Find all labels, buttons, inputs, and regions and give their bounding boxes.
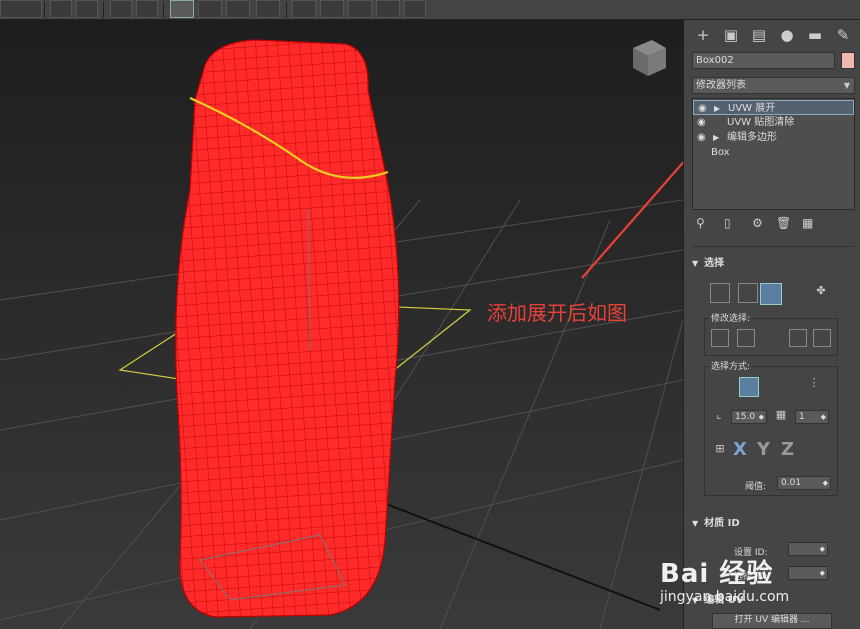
object-name-field[interactable]: Box002: [692, 52, 835, 69]
spinner-value: 1: [799, 412, 805, 422]
main-toolbar: [0, 0, 860, 20]
collapse-triangle-icon: ▼: [692, 259, 699, 268]
polygon-select-icon[interactable]: [760, 283, 782, 305]
toolbar-separator: [286, 2, 287, 18]
show-end-result-icon[interactable]: ▯: [724, 216, 731, 230]
annotation-arrow: [581, 160, 683, 279]
mirror-icon[interactable]: [50, 0, 72, 18]
max-window: 添加展开后如图 + ▣ ▤ ● ▬ ✎ Box002 修改器列表 ▼ ◉ ▶ U…: [0, 0, 860, 629]
eye-icon[interactable]: ◉: [697, 130, 706, 145]
stack-item-label: UVW 贴图清除: [727, 117, 795, 128]
modifier-list-label: 修改器列表: [696, 80, 746, 91]
vertex-select-icon[interactable]: [710, 283, 730, 303]
scene-explorer-icon[interactable]: [110, 0, 132, 18]
modifier-stack[interactable]: ◉ ▶ UVW 展开 ◉ UVW 贴图清除 ◉ ▶ 编辑多边形 Box: [692, 98, 855, 210]
material-id-rollout-header[interactable]: ▼ 材质 ID: [692, 516, 855, 532]
selection-filter-dropdown[interactable]: [0, 0, 42, 18]
layer-explorer-icon[interactable]: [136, 0, 158, 18]
motion-tab[interactable]: ●: [776, 24, 798, 46]
planar-angle-icon[interactable]: ⌞: [709, 407, 729, 425]
modify-selection-group: 修改选择:: [704, 311, 838, 356]
display-tab[interactable]: ▬: [804, 24, 826, 46]
toolbar-separator: [44, 2, 45, 18]
toolbar-separator: [163, 2, 164, 18]
create-tab[interactable]: +: [692, 24, 714, 46]
hierarchy-tab[interactable]: ▤: [748, 24, 770, 46]
edge-select-icon[interactable]: [738, 283, 758, 303]
ring-selection-icon[interactable]: [789, 329, 807, 347]
panel-divider: [692, 246, 855, 247]
stack-item-label: Box: [711, 147, 730, 158]
ribbon-toggle-icon[interactable]: [170, 0, 194, 18]
render-setup-icon[interactable]: [292, 0, 316, 18]
modify-tab[interactable]: ▣: [720, 24, 742, 46]
stack-item-box[interactable]: Box: [693, 145, 854, 160]
command-panel-tabs: + ▣ ▤ ● ▬ ✎: [692, 24, 856, 46]
spinner-value: 15.0: [735, 412, 756, 422]
expand-triangle-icon[interactable]: ▶: [713, 130, 719, 145]
watermark-url: jingyan.baidu.com: [660, 589, 790, 605]
make-unique-icon[interactable]: ⚙: [752, 216, 763, 230]
pin-stack-icon[interactable]: ⚲: [696, 216, 705, 230]
stack-item-label: UVW 展开: [728, 103, 776, 114]
selection-rollout-header[interactable]: ▼ 选择: [692, 256, 855, 272]
rollout-title: 选择: [704, 258, 725, 269]
expand-triangle-icon[interactable]: ▶: [714, 101, 720, 116]
select-by-count-icon[interactable]: ▦: [771, 407, 791, 425]
modifier-list-dropdown[interactable]: 修改器列表 ▼: [692, 77, 855, 94]
curve-editor-icon[interactable]: [198, 0, 222, 18]
spinner-value: 0.01: [781, 478, 802, 488]
element-select-icon[interactable]: ✤: [810, 283, 832, 303]
stack-toolbar: ⚲ ▯ ⚙ 🗑 ▦: [692, 216, 855, 234]
schematic-view-icon[interactable]: [226, 0, 250, 18]
count-spinner[interactable]: 1 ◆: [795, 410, 829, 424]
threshold-spinner[interactable]: 0.01 ◆: [777, 476, 831, 490]
utilities-tab[interactable]: ✎: [832, 24, 854, 46]
stack-item-edit-poly[interactable]: ◉ ▶ 编辑多边形: [693, 130, 854, 145]
group-label: 选择方式:: [709, 359, 753, 372]
render-grid-icon[interactable]: [404, 0, 426, 18]
collapse-triangle-icon: ▼: [692, 519, 699, 528]
spinner-arrows-icon[interactable]: ◆: [759, 411, 764, 423]
watermark-logo-text: Bai 经验: [660, 559, 774, 589]
threshold-label: 阈值:: [745, 482, 767, 492]
rollout-title: 材质 ID: [704, 518, 740, 529]
rendered-frame-icon[interactable]: [320, 0, 344, 18]
perspective-viewport[interactable]: 添加展开后如图: [0, 20, 683, 629]
baidu-watermark: Bai 经验 jingyan.baidu.com: [660, 535, 860, 629]
loop-selection-icon[interactable]: [813, 329, 831, 347]
render-production-icon[interactable]: [348, 0, 372, 18]
spinner-arrows-icon[interactable]: ◆: [823, 477, 828, 489]
stack-item-label: 编辑多边形: [727, 132, 777, 143]
select-by-element-icon[interactable]: [739, 377, 759, 397]
stack-item-uvw-unwrap[interactable]: ◉ ▶ UVW 展开: [693, 100, 854, 115]
shrink-selection-icon[interactable]: [737, 329, 755, 347]
remove-modifier-icon[interactable]: 🗑: [776, 216, 791, 230]
axis-x-toggle[interactable]: X: [733, 439, 747, 460]
mirror-select-icon[interactable]: ⊞: [709, 441, 731, 461]
world-axis-line: [349, 489, 661, 611]
axis-y-toggle[interactable]: Y: [757, 439, 770, 460]
chevron-down-icon: ▼: [843, 81, 850, 90]
grow-selection-icon[interactable]: [711, 329, 729, 347]
axis-z-toggle[interactable]: Z: [781, 439, 794, 460]
selection-method-group: 选择方式: ⋮ ⌞ 15.0 ◆ ▦ 1 ◆ ⊞ X Y Z 阈值: 0.01 ◆: [704, 359, 838, 496]
annotation-text: 添加展开后如图: [487, 301, 627, 325]
configure-sets-icon[interactable]: ▦: [802, 216, 813, 230]
planar-angle-spinner[interactable]: 15.0 ◆: [731, 410, 767, 424]
group-label: 修改选择:: [709, 311, 753, 324]
viewcube[interactable]: [633, 40, 666, 76]
mesh-wireframe: [175, 40, 399, 617]
toolbar-separator: [103, 2, 104, 18]
material-editor-icon[interactable]: [256, 0, 280, 18]
render-iterative-icon[interactable]: [376, 0, 400, 18]
object-color-swatch[interactable]: [841, 52, 855, 69]
spinner-arrows-icon[interactable]: ◆: [821, 411, 826, 423]
eye-icon[interactable]: ◉: [697, 115, 706, 130]
eye-icon[interactable]: ◉: [698, 101, 707, 116]
stack-item-uvw-clear[interactable]: ◉ UVW 贴图清除: [693, 115, 854, 130]
align-icon[interactable]: [76, 0, 98, 18]
select-by-hierarchy-icon[interactable]: ⋮: [805, 375, 823, 393]
